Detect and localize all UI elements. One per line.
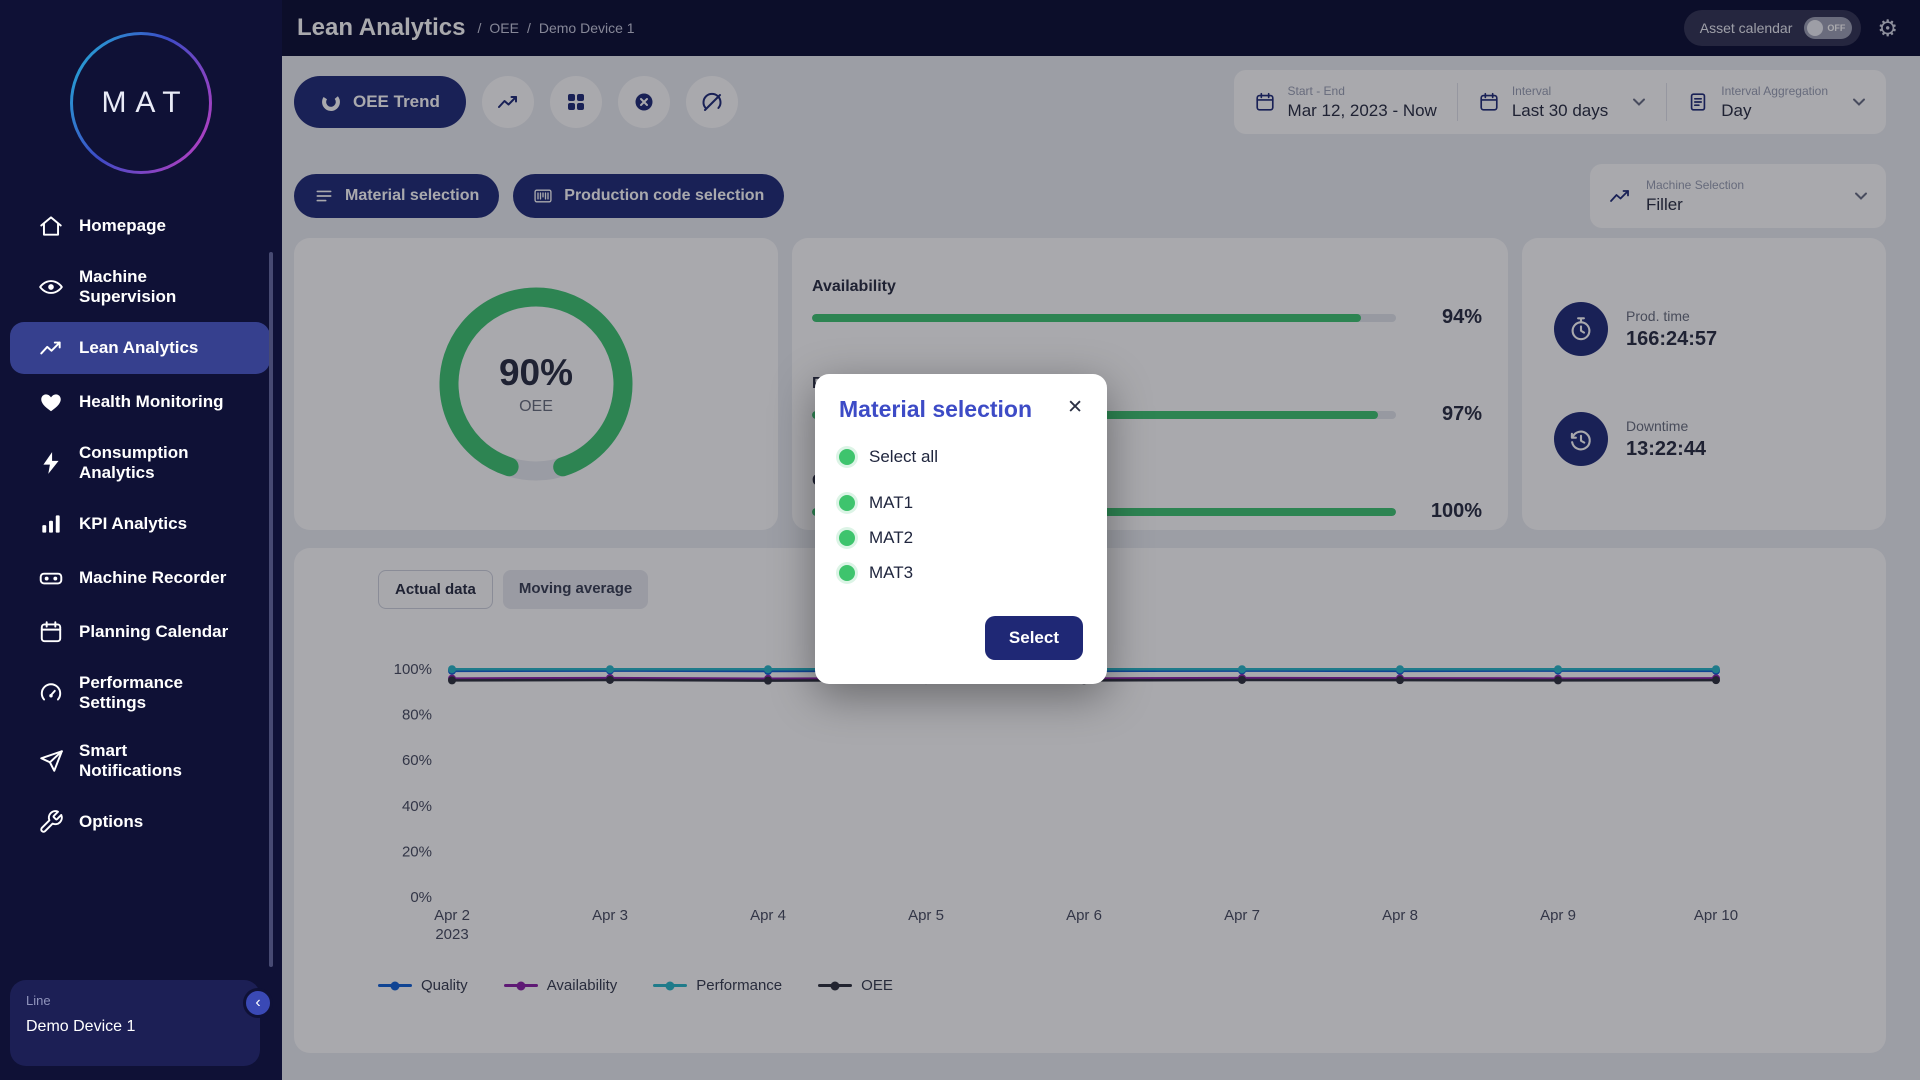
close-icon[interactable]: ✕ — [1063, 396, 1087, 419]
device-name: Demo Device 1 — [26, 1018, 244, 1036]
collapse-sidebar-button[interactable]: ‹ — [243, 988, 273, 1018]
sidebar-item-homepage[interactable]: Homepage — [10, 200, 270, 252]
sidebar-item-machine-recorder[interactable]: Machine Recorder — [10, 552, 270, 604]
heart-icon — [38, 389, 64, 415]
sidebar-item-health-monitoring[interactable]: Health Monitoring — [10, 376, 270, 428]
option-mat1[interactable]: MAT1 — [839, 493, 1083, 513]
device-selector-card: Line Demo Device 1 ‹ — [10, 980, 260, 1066]
radio-selected-icon[interactable] — [839, 495, 855, 511]
sidebar-item-label: Planning Calendar — [79, 622, 228, 642]
option-select-all[interactable]: Select all — [839, 447, 1083, 467]
sidebar-scrollbar[interactable] — [269, 252, 273, 967]
sidebar-item-machine-supervision[interactable]: Machine Supervision — [10, 254, 270, 320]
radio-selected-icon[interactable] — [839, 449, 855, 465]
sidebar-item-performance-settings[interactable]: Performance Settings — [10, 660, 270, 726]
option-label: MAT3 — [869, 563, 913, 583]
sidebar-item-label: Smart Notifications — [79, 741, 234, 781]
sidebar-item-lean-analytics[interactable]: Lean Analytics — [10, 322, 270, 374]
sidebar-item-label: Lean Analytics — [79, 338, 198, 358]
sidebar-item-label: Consumption Analytics — [79, 443, 234, 483]
sidebar-item-options[interactable]: Options — [10, 796, 270, 848]
radio-selected-icon[interactable] — [839, 565, 855, 581]
option-label: Select all — [869, 447, 938, 467]
sidebar-item-label: Health Monitoring — [79, 392, 223, 412]
device-type-label: Line — [26, 993, 244, 1008]
sidebar-item-consumption-analytics[interactable]: Consumption Analytics — [10, 430, 270, 496]
home-icon — [38, 213, 64, 239]
trend-line-icon — [38, 335, 64, 361]
modal-title: Material selection — [839, 396, 1032, 423]
bar-chart-icon — [38, 511, 64, 537]
modal-options: Select all MAT1 MAT2 MAT3 — [815, 439, 1107, 583]
sidebar: MAT Homepage Machine Supervision Lean An… — [0, 0, 282, 1080]
select-button[interactable]: Select — [985, 616, 1083, 660]
option-mat2[interactable]: MAT2 — [839, 528, 1083, 548]
gauge-icon — [38, 680, 64, 706]
radio-selected-icon[interactable] — [839, 530, 855, 546]
option-mat3[interactable]: MAT3 — [839, 563, 1083, 583]
sidebar-nav: Homepage Machine Supervision Lean Analyt… — [0, 200, 282, 848]
sidebar-item-kpi-analytics[interactable]: KPI Analytics — [10, 498, 270, 550]
material-selection-modal: Material selection ✕ Select all MAT1 MAT… — [815, 374, 1107, 684]
send-icon — [38, 748, 64, 774]
sidebar-item-label: Options — [79, 812, 143, 832]
wrench-icon — [38, 809, 64, 835]
option-label: MAT2 — [869, 528, 913, 548]
app-logo: MAT — [70, 32, 212, 174]
sidebar-item-planning-calendar[interactable]: Planning Calendar — [10, 606, 270, 658]
sidebar-item-label: Machine Recorder — [79, 568, 226, 588]
recorder-icon — [38, 565, 64, 591]
sidebar-item-smart-notifications[interactable]: Smart Notifications — [10, 728, 270, 794]
option-label: MAT1 — [869, 493, 913, 513]
sidebar-item-label: KPI Analytics — [79, 514, 187, 534]
sidebar-item-label: Performance Settings — [79, 673, 234, 713]
bolt-icon — [38, 450, 64, 476]
calendar-icon — [38, 619, 64, 645]
sidebar-item-label: Machine Supervision — [79, 267, 234, 307]
eye-icon — [38, 274, 64, 300]
sidebar-item-label: Homepage — [79, 216, 166, 236]
logo-text: MAT — [92, 86, 189, 120]
